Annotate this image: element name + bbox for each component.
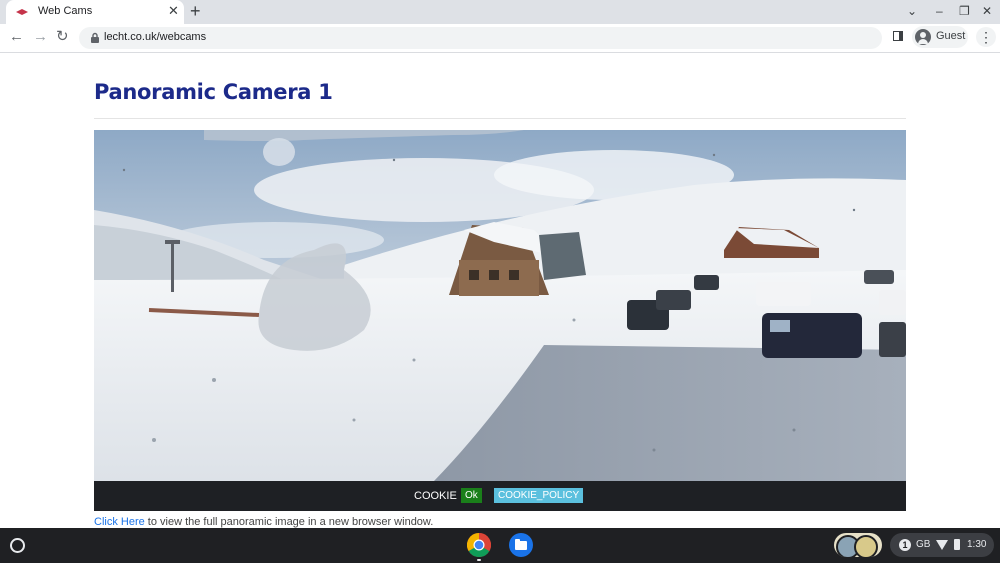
files-icon[interactable] [509,533,533,557]
wifi-icon [936,540,948,550]
title-divider [94,118,906,119]
minimize-icon[interactable]: – [936,3,943,19]
kebab-menu-icon[interactable]: ⋮ [976,27,996,47]
forward-arrow-icon[interactable]: → [33,28,48,46]
address-bar[interactable]: lecht.co.uk/webcams [79,27,882,49]
shelf: 1 GB 1:30 [0,528,1000,563]
app-running-indicator [477,559,481,561]
tab-strip: Web Cams ✕ + ⌄ – ❐ ✕ [0,0,1000,24]
lock-icon[interactable] [89,32,101,44]
side-panel-icon[interactable] [893,31,903,41]
battery-icon [954,539,960,550]
profile-button[interactable]: Guest [912,26,968,48]
cookie-policy-link[interactable]: COOKIE_POLICY [494,488,584,503]
chrome-icon[interactable] [467,533,491,557]
avatar-icon [915,29,931,45]
tab-search-icon[interactable]: ⌄ [907,3,917,19]
tab-title: Web Cams [38,5,93,17]
profile-label: Guest [936,30,966,42]
status-tray[interactable]: 1 GB 1:30 [890,533,994,557]
page-title: Panoramic Camera 1 [94,80,333,104]
back-arrow-icon[interactable]: ← [9,28,24,46]
tote-thumbnail [854,535,878,557]
network-label: GB [916,539,931,550]
notification-badge: 1 [899,539,911,551]
webcam-illustration [94,130,906,481]
browser-toolbar: ← → ↻ lecht.co.uk/webcams Guest ⋮ [0,24,1000,53]
favicon [16,9,28,15]
tab-close-icon[interactable]: ✕ [168,3,179,19]
launcher-icon[interactable] [10,538,25,553]
holding-space-tote[interactable] [834,533,882,557]
click-here-link[interactable]: Click Here [94,516,145,528]
full-image-caption: Click Here to view the full panoramic im… [94,516,433,528]
reload-icon[interactable]: ↻ [56,28,69,46]
webcam-image [94,130,906,481]
restore-icon[interactable]: ❐ [959,3,970,19]
clock: 1:30 [967,539,987,550]
new-tab-button[interactable]: + [190,1,201,21]
url-text[interactable]: lecht.co.uk/webcams [104,31,206,43]
tab-web-cams[interactable]: Web Cams ✕ [6,0,184,24]
caption-text: to view the full panoramic image in a ne… [144,516,434,528]
cookie-text: COOKIE [414,490,457,502]
cookie-ok-button[interactable]: Ok [461,488,482,503]
close-window-icon[interactable]: ✕ [982,3,992,19]
cookie-bar: COOKIE Ok COOKIE_POLICY [94,481,906,511]
